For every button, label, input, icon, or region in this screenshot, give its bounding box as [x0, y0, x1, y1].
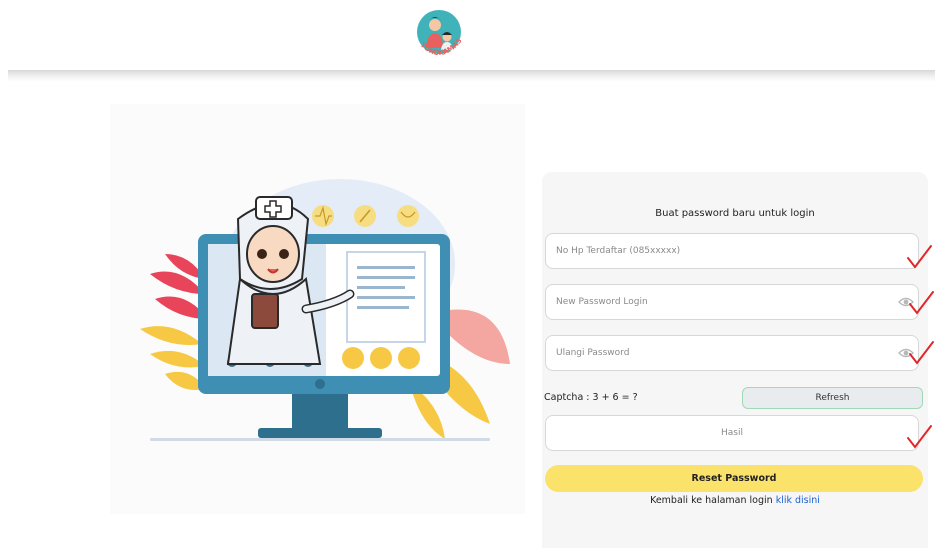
refresh-captcha-button[interactable]: Refresh: [742, 387, 923, 409]
new-password-input[interactable]: [546, 285, 876, 319]
captcha-result-input[interactable]: [546, 416, 918, 450]
back-to-login-text: Kembali ke halaman login: [650, 495, 773, 506]
phone-field: [545, 233, 919, 269]
reset-password-button[interactable]: Reset Password: [545, 465, 923, 492]
checkmark-icon: [909, 291, 934, 315]
captcha-result-field: [545, 415, 919, 451]
yokokamas-logo[interactable]: YOKOKAMAS: [413, 8, 465, 64]
checkmark-icon: [909, 341, 934, 365]
form-title: Buat password baru untuk login: [655, 208, 815, 219]
checkmark-icon: [907, 425, 932, 449]
checkmark-icon: [907, 245, 932, 269]
back-to-login: Kembali ke halaman login klik disini: [542, 495, 928, 506]
new-password-field: [545, 284, 919, 320]
header: YOKOKAMAS: [0, 0, 935, 72]
reset-password-panel: Buat password baru untuk login Captcha :…: [542, 172, 928, 548]
captcha-label: Captcha : 3 + 6 = ?: [544, 392, 638, 403]
confirm-password-field: [545, 335, 919, 371]
back-to-login-link[interactable]: klik disini: [776, 495, 820, 506]
header-divider: [8, 70, 935, 82]
nurse-monitor-illustration: [140, 179, 510, 441]
phone-input[interactable]: [546, 234, 876, 268]
confirm-password-input[interactable]: [546, 336, 876, 370]
